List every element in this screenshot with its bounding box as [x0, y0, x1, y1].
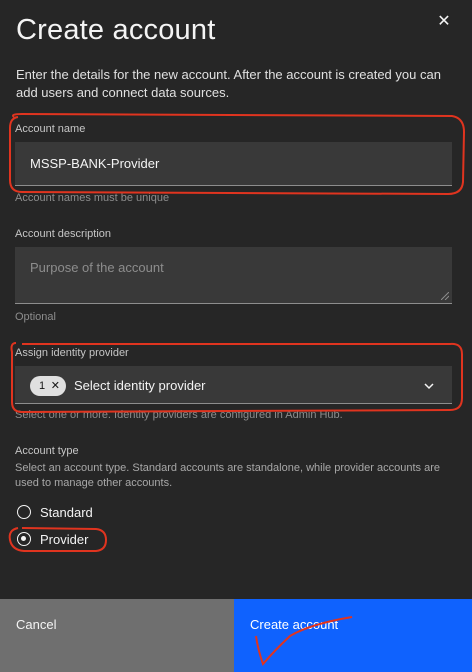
identity-provider-dropdown[interactable]: 1 ✕ Select identity provider [15, 366, 452, 404]
resize-handle-icon[interactable] [441, 292, 449, 300]
account-type-label: Account type [15, 445, 79, 457]
clear-selection-icon[interactable]: ✕ [51, 376, 60, 396]
chevron-down-icon[interactable] [422, 379, 436, 393]
selected-count: 1 [39, 380, 46, 392]
account-name-input[interactable]: MSSP-BANK-Provider [15, 142, 452, 186]
create-account-modal: ✕ Create account Enter the details for t… [0, 0, 472, 672]
identity-provider-label: Assign identity provider [15, 347, 129, 359]
create-account-button[interactable]: Create account [234, 599, 472, 672]
modal-footer: Cancel Create account [0, 599, 472, 672]
radio-standard-circle[interactable] [17, 505, 31, 519]
account-description-textarea[interactable]: Purpose of the account [15, 247, 452, 304]
close-icon[interactable]: ✕ [434, 12, 454, 32]
account-name-label: Account name [15, 123, 86, 135]
account-name-value: MSSP-BANK-Provider [30, 156, 160, 171]
identity-provider-placeholder: Select identity provider [74, 378, 206, 393]
radio-standard[interactable]: Standard [17, 502, 93, 522]
cancel-button-label: Cancel [16, 617, 57, 632]
selected-count-tag[interactable]: 1 ✕ [30, 376, 66, 396]
radio-provider-label: Provider [40, 531, 89, 547]
modal-description: Enter the details for the new account. A… [16, 67, 441, 100]
account-name-helper: Account names must be unique [15, 192, 170, 204]
modal-title: Create account [16, 14, 216, 46]
account-description-label: Account description [15, 228, 111, 240]
create-account-button-label: Create account [250, 617, 339, 632]
radio-provider-circle[interactable] [17, 532, 31, 546]
radio-standard-label: Standard [40, 504, 93, 520]
cancel-button[interactable]: Cancel [0, 599, 234, 672]
account-description-placeholder: Purpose of the account [30, 260, 164, 275]
account-description-helper: Optional [15, 311, 56, 323]
identity-provider-helper: Select one or more. Identity providers a… [15, 409, 343, 421]
account-type-helper: Select an account type. Standard account… [15, 462, 440, 489]
radio-provider[interactable]: Provider [17, 529, 88, 549]
